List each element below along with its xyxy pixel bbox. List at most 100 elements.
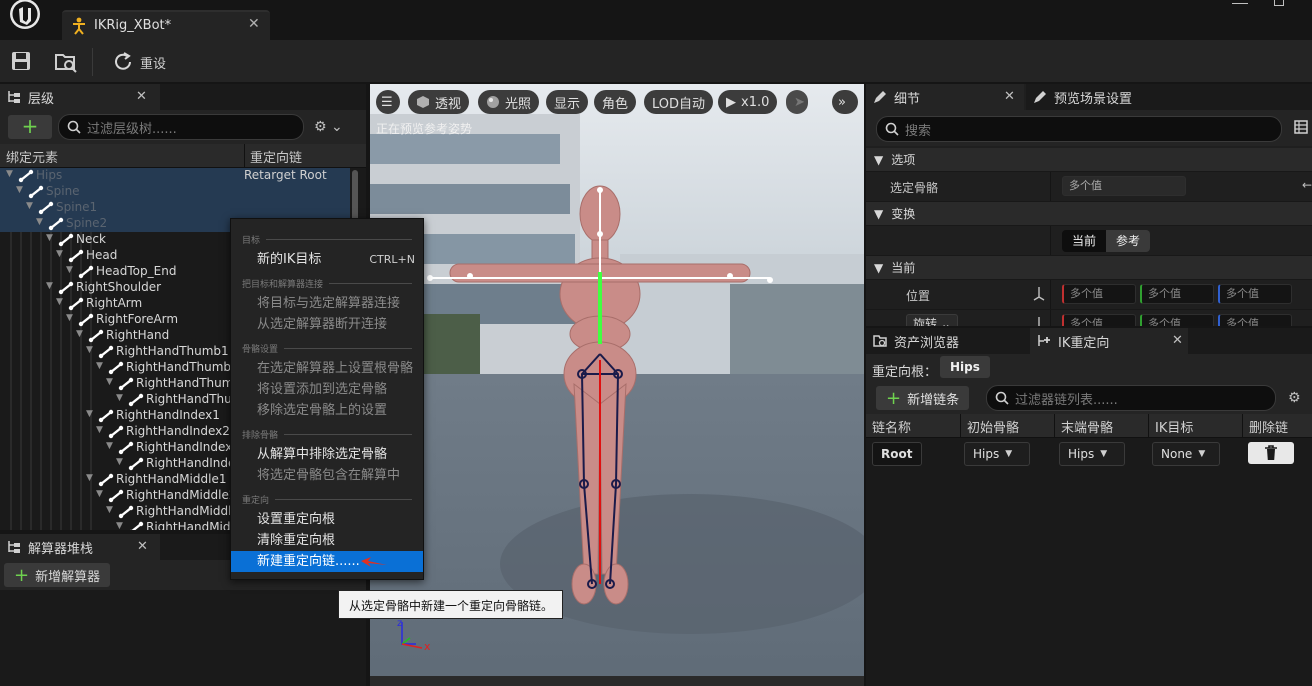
table-view-icon[interactable] <box>1294 120 1308 134</box>
expand-arrow-icon[interactable]: ▼ <box>36 217 46 227</box>
menu-item-new-ik-goal[interactable]: 新的IK目标 CTRL+N <box>231 249 423 270</box>
menu-item-include-bone[interactable]: 将选定骨骼包含在解算中 <box>231 465 423 486</box>
position-z-field[interactable]: 多个值 <box>1218 284 1292 304</box>
close-icon[interactable]: ✕ <box>137 539 148 554</box>
asset-document-tab[interactable]: IKRig_XBot* ✕ <box>62 10 270 40</box>
details-search-input[interactable]: 搜索 <box>876 116 1282 142</box>
unreal-logo-icon[interactable] <box>6 0 44 38</box>
bone-name: Spine1 <box>56 200 98 214</box>
expand-arrow-icon[interactable]: ▼ <box>86 473 96 483</box>
delete-chain-button[interactable] <box>1248 442 1294 464</box>
browse-asset-icon[interactable] <box>54 50 78 74</box>
column-header-end-bone[interactable]: 末端骨骼 <box>1054 414 1148 438</box>
expand-arrow-icon[interactable]: ▼ <box>116 393 126 403</box>
gear-icon[interactable]: ⚙ <box>1288 390 1301 406</box>
position-x-field[interactable]: 多个值 <box>1062 284 1136 304</box>
segment-reference[interactable]: 参考 <box>1106 230 1151 252</box>
lighting-button[interactable]: 光照 <box>478 90 540 114</box>
tree-row[interactable]: ▼ Hips Retarget Root <box>0 168 350 184</box>
column-header-delete-chain[interactable]: 删除链 <box>1242 414 1312 438</box>
column-header-start-bone[interactable]: 初始骨骼 <box>960 414 1054 438</box>
rotation-dropdown[interactable]: 旋转 ⌄ <box>906 314 958 326</box>
add-bone-button[interactable]: + <box>8 115 52 139</box>
add-chain-button[interactable]: + 新增链条 <box>876 386 970 410</box>
rotation-x-field[interactable]: 多个值 <box>1062 314 1136 326</box>
category-transform[interactable]: ▼ 变换 <box>866 202 1312 226</box>
tab-solver-stack[interactable]: 解算器堆栈 <box>0 534 160 560</box>
expand-arrow-icon[interactable]: ▼ <box>46 233 56 243</box>
menu-item-disconnect-goal[interactable]: 从选定解算器断开连接 <box>231 314 423 335</box>
playback-speed-button[interactable]: ▶ x1.0 <box>718 90 778 114</box>
expand-arrow-icon[interactable]: ▼ <box>116 521 126 530</box>
reset-button[interactable]: 重设 <box>112 49 166 75</box>
gear-icon[interactable]: ⚙ ⌄ <box>314 119 343 135</box>
category-options[interactable]: ▼ 选项 <box>866 148 1312 172</box>
menu-item-new-retarget-chain[interactable]: 新建重定向链...... <box>231 551 423 572</box>
tree-row[interactable]: ▼ Spine <box>0 184 350 200</box>
expand-arrow-icon[interactable]: ▼ <box>96 425 106 435</box>
minimize-icon[interactable] <box>1232 0 1248 4</box>
close-icon[interactable]: ✕ <box>1172 333 1183 348</box>
end-bone-dropdown[interactable]: Hips ▼ <box>1059 442 1125 466</box>
expand-arrow-icon[interactable]: ▼ <box>76 329 86 339</box>
column-header-chain-name[interactable]: 链名称 <box>866 414 960 438</box>
expand-arrow-icon[interactable]: ▼ <box>86 409 96 419</box>
menu-item-exclude-bone[interactable]: 从解算中排除选定骨骼 <box>231 444 423 465</box>
menu-item-set-root-bone[interactable]: 在选定解算器上设置根骨骼 <box>231 358 423 379</box>
column-header-retarget-chain[interactable]: 重定向链 <box>244 144 350 168</box>
expand-arrow-icon[interactable]: ▼ <box>116 457 126 467</box>
select-cursor-icon[interactable]: ➤ <box>786 90 808 114</box>
segment-current[interactable]: 当前 <box>1062 230 1107 252</box>
tab-ik-retarget[interactable]: IK重定向 <box>1030 328 1188 354</box>
expand-arrow-icon[interactable]: ▼ <box>106 441 116 451</box>
expand-arrow-icon[interactable]: ▼ <box>96 361 106 371</box>
menu-item-set-retarget-root[interactable]: 设置重定向根 <box>231 509 423 530</box>
hierarchy-search-input[interactable]: 过滤层级树...... <box>58 114 304 140</box>
expand-arrow-icon[interactable]: ▼ <box>96 489 106 499</box>
lod-button[interactable]: LOD自动 <box>644 90 714 114</box>
close-icon[interactable]: ✕ <box>136 89 147 104</box>
character-button[interactable]: 角色 <box>594 90 637 114</box>
menu-item-connect-goal[interactable]: 将目标与选定解算器连接 <box>231 293 423 314</box>
perspective-button[interactable]: 透视 <box>408 90 470 114</box>
tab-preview-scene-settings[interactable]: 预览场景设置 <box>1026 84 1312 110</box>
expand-arrow-icon[interactable]: ▼ <box>26 201 36 211</box>
show-button[interactable]: 显示 <box>546 90 589 114</box>
expand-arrow-icon[interactable]: ▼ <box>106 377 116 387</box>
tab-details[interactable]: 细节 <box>866 84 1024 110</box>
expand-arrow-icon[interactable]: ▼ <box>86 345 96 355</box>
tree-row[interactable]: ▼ Spine1 <box>0 200 350 216</box>
start-bone-dropdown[interactable]: Hips ▼ <box>964 442 1030 466</box>
expand-arrow-icon[interactable]: ▼ <box>66 313 76 323</box>
add-solver-button[interactable]: + 新增解算器 <box>4 563 111 587</box>
column-header-ik-goal[interactable]: IK目标 <box>1148 414 1242 438</box>
expand-arrow-icon[interactable]: ▼ <box>16 185 26 195</box>
column-header-bind-element[interactable]: 绑定元素 <box>6 147 58 166</box>
rotation-y-field[interactable]: 多个值 <box>1140 314 1214 326</box>
save-icon[interactable] <box>10 50 34 74</box>
expand-arrow-icon[interactable]: ▼ <box>106 505 116 515</box>
ik-goal-dropdown[interactable]: None ▼ <box>1152 442 1220 466</box>
close-icon[interactable]: ✕ <box>248 16 260 32</box>
menu-item-remove-settings[interactable]: 移除选定骨骼上的设置 <box>231 400 423 421</box>
chain-name-field[interactable]: Root <box>872 442 922 466</box>
category-current[interactable]: ▼ 当前 <box>866 256 1312 280</box>
expand-arrow-icon[interactable]: ▼ <box>56 297 66 307</box>
arrow-left-icon[interactable]: ← <box>1302 178 1312 192</box>
context-menu: 目标 新的IK目标 CTRL+N 把目标和解算器连接 将目标与选定解算器连接 从… <box>230 218 424 580</box>
expand-arrow-icon[interactable]: ▼ <box>46 281 56 291</box>
close-icon[interactable]: ✕ <box>1004 89 1015 104</box>
chain-search-input[interactable]: 过滤器链列表...... <box>986 385 1276 411</box>
expand-arrow-icon[interactable]: ▼ <box>6 169 16 179</box>
maximize-icon[interactable] <box>1274 0 1284 6</box>
viewport-menu-button[interactable]: ☰ <box>376 90 400 114</box>
selected-bone-value[interactable]: 多个值 <box>1062 176 1186 196</box>
tab-asset-browser[interactable]: 资产浏览器 <box>866 328 1026 354</box>
overflow-menu-button[interactable]: » <box>832 90 858 114</box>
expand-arrow-icon[interactable]: ▼ <box>66 265 76 275</box>
rotation-z-field[interactable]: 多个值 <box>1218 314 1292 326</box>
menu-item-add-settings[interactable]: 将设置添加到选定骨骼 <box>231 379 423 400</box>
position-y-field[interactable]: 多个值 <box>1140 284 1214 304</box>
menu-item-clear-retarget-root[interactable]: 清除重定向根 <box>231 530 423 551</box>
expand-arrow-icon[interactable]: ▼ <box>56 249 66 259</box>
